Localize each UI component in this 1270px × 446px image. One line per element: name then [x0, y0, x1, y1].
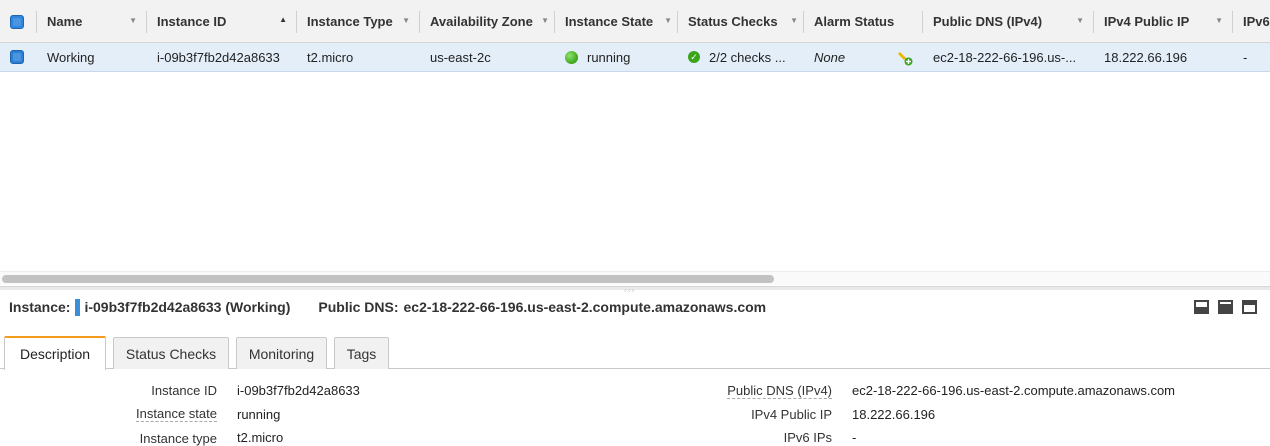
label-instance-state: Instance state [136, 406, 217, 422]
horizontal-scrollbar[interactable] [0, 271, 1270, 285]
column-label: Instance Type [307, 14, 393, 29]
sort-ascending-icon[interactable]: ▲ [279, 15, 287, 24]
column-header-ipv4-public-ip[interactable]: IPv4 Public IP ▼ [1094, 0, 1233, 43]
row-select-cell[interactable] [0, 43, 37, 71]
instances-grid: Name ▼ Instance ID ▲ Instance Type ▼ Ava… [0, 0, 1270, 286]
public-dns-label: Public DNS: [318, 299, 399, 315]
column-label: IPv4 Public IP [1104, 14, 1190, 29]
value-ipv6-ips: - [852, 430, 857, 445]
grid-header: Name ▼ Instance ID ▲ Instance Type ▼ Ava… [0, 0, 1270, 43]
label-ipv6-ips: IPv6 IPs [783, 430, 832, 445]
cell-public-dns: ec2-18-222-66-196.us-... [933, 49, 1077, 65]
chevron-down-icon[interactable]: ▼ [1076, 16, 1084, 25]
column-label: Alarm Status [814, 14, 895, 29]
pane-layout-controls [1194, 300, 1257, 314]
chevron-down-icon[interactable]: ▼ [1215, 16, 1223, 25]
cell-name: Working [47, 49, 95, 65]
value-instance-state: running [237, 407, 281, 422]
scrollbar-thumb[interactable] [2, 275, 774, 283]
check-passed-icon: ✓ [688, 51, 700, 63]
instance-state-text: running [587, 49, 631, 65]
status-checks-text[interactable]: 2/2 checks ... [709, 50, 786, 65]
description-panel: Instance ID i-09b3f7fb2d42a8633 Instance… [0, 370, 1270, 446]
instance-color-marker [75, 298, 81, 316]
column-header-status-checks[interactable]: Status Checks ▼ [678, 0, 804, 43]
detail-tabs: Description Status Checks Monitoring Tag… [0, 335, 1270, 370]
column-label: Public DNS (IPv4) [933, 14, 1043, 29]
tab-monitoring[interactable]: Monitoring [236, 337, 327, 369]
select-all-cell[interactable] [0, 0, 37, 43]
chevron-down-icon[interactable]: ▼ [402, 16, 410, 25]
select-all-checkbox[interactable] [10, 14, 24, 29]
create-alarm-icon[interactable] [897, 50, 913, 66]
cell-ipv6: - [1243, 49, 1248, 65]
value-ipv4-public-ip: 18.222.66.196 [852, 407, 936, 422]
chevron-down-icon[interactable]: ▼ [790, 16, 798, 25]
column-header-instance-id[interactable]: Instance ID ▲ [147, 0, 297, 43]
chevron-down-icon[interactable]: ▼ [129, 16, 137, 25]
status-running-icon [565, 50, 578, 64]
label-public-dns: Public DNS (IPv4) [727, 383, 832, 399]
cell-availability-zone: us-east-2c [430, 49, 491, 65]
public-dns-value: ec2-18-222-66-196.us-east-2.compute.amaz… [403, 299, 767, 315]
tab-tags[interactable]: Tags [334, 337, 389, 369]
column-header-ipv6[interactable]: IPv6 [1233, 0, 1270, 43]
column-label: Status Checks [688, 14, 778, 29]
table-row[interactable]: Working i-09b3f7fb2d42a8633 t2.micro us-… [0, 43, 1270, 72]
layout-bottom-small-icon[interactable] [1194, 300, 1209, 314]
column-header-alarm-status[interactable]: Alarm Status [804, 0, 923, 43]
cell-instance-state: running [555, 43, 678, 71]
cell-instance-id: i-09b3f7fb2d42a8633 [157, 49, 280, 65]
column-label: IPv6 [1243, 14, 1270, 29]
column-header-instance-type[interactable]: Instance Type ▼ [297, 0, 420, 43]
instance-summary-bar: Instance: i-09b3f7fb2d42a8633 (Working) … [0, 291, 1270, 323]
column-label: Availability Zone [430, 14, 533, 29]
cell-status-checks[interactable]: ✓ 2/2 checks ... [678, 43, 804, 71]
tab-description[interactable]: Description [4, 336, 106, 370]
chevron-down-icon[interactable]: ▼ [664, 16, 672, 25]
label-instance-id: Instance ID [151, 383, 217, 398]
chevron-down-icon[interactable]: ▼ [541, 16, 549, 25]
value-public-dns: ec2-18-222-66-196.us-east-2.compute.amaz… [852, 383, 1176, 398]
column-header-public-dns[interactable]: Public DNS (IPv4) ▼ [923, 0, 1094, 43]
value-instance-id: i-09b3f7fb2d42a8633 [237, 383, 360, 398]
cell-alarm-status: None [814, 49, 846, 65]
cell-ipv4-public-ip: 18.222.66.196 [1104, 49, 1188, 65]
column-label: Name [47, 14, 83, 29]
tab-status-checks[interactable]: Status Checks [113, 337, 229, 369]
layout-maximize-icon[interactable] [1242, 300, 1257, 314]
label-ipv4-public-ip: IPv4 Public IP [751, 407, 832, 422]
column-label: Instance State [565, 14, 654, 29]
column-header-name[interactable]: Name ▼ [37, 0, 147, 43]
column-header-instance-state[interactable]: Instance State ▼ [555, 0, 678, 43]
layout-split-icon[interactable] [1218, 300, 1233, 314]
instance-value: i-09b3f7fb2d42a8633 (Working) [84, 299, 291, 315]
value-instance-type: t2.micro [237, 430, 284, 445]
column-label: Instance ID [157, 14, 227, 29]
instance-label: Instance: [9, 299, 71, 315]
column-header-availability-zone[interactable]: Availability Zone ▼ [420, 0, 555, 43]
cell-instance-type: t2.micro [307, 49, 354, 65]
label-instance-type: Instance type [139, 431, 217, 446]
row-checkbox[interactable] [10, 50, 24, 64]
